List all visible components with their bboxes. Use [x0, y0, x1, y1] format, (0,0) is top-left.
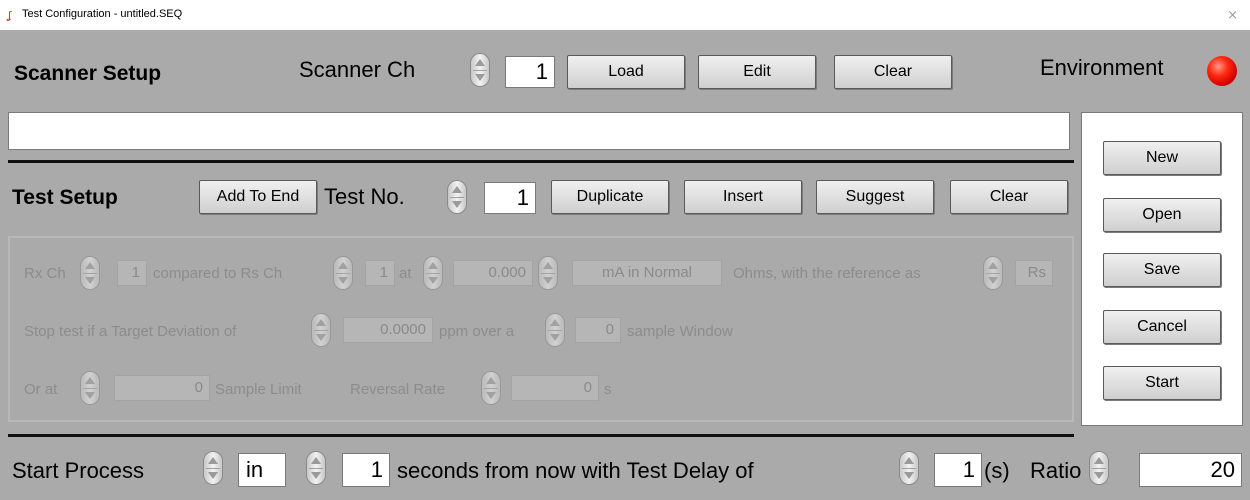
or-at-label: Or at: [24, 381, 58, 398]
limit-value[interactable]: 0: [114, 375, 210, 401]
current-value[interactable]: 0.000: [453, 260, 533, 286]
window-title: Test Configuration - untitled.SEQ: [22, 8, 183, 20]
close-icon[interactable]: ×: [1227, 8, 1238, 23]
sample-window-label: sample Window: [627, 323, 733, 340]
deviation-value[interactable]: 0.0000: [343, 317, 433, 343]
at-label: at: [399, 265, 412, 282]
new-button[interactable]: New: [1103, 141, 1221, 175]
rs-ch-spinner[interactable]: [333, 256, 353, 290]
seconds-spinner[interactable]: [306, 451, 326, 485]
section-divider: [8, 160, 1074, 163]
sequence-description-field[interactable]: [8, 112, 1070, 150]
reference-value[interactable]: Rs: [1015, 260, 1053, 286]
rx-ch-label: Rx Ch: [24, 265, 66, 282]
delay-spinner[interactable]: [899, 451, 919, 485]
environment-led-indicator: [1207, 56, 1237, 86]
deviation-spinner[interactable]: [311, 313, 331, 347]
rx-ch-value[interactable]: 1: [117, 260, 147, 286]
suggest-button[interactable]: Suggest: [816, 180, 934, 214]
reversal-spinner[interactable]: [481, 371, 501, 405]
scanner-ch-label: Scanner Ch: [299, 57, 416, 82]
ohms-reference-label: Ohms, with the reference as: [733, 265, 921, 282]
load-button[interactable]: Load: [567, 55, 685, 89]
limit-spinner[interactable]: [80, 371, 100, 405]
window-spinner[interactable]: [545, 313, 565, 347]
scanner-ch-spinner[interactable]: [470, 53, 490, 87]
title-bar: ʆ Test Configuration - untitled.SEQ ×: [0, 0, 1250, 30]
cancel-button[interactable]: Cancel: [1103, 310, 1221, 344]
duplicate-button[interactable]: Duplicate: [551, 180, 669, 214]
start-mode-spinner[interactable]: [203, 451, 223, 485]
test-setup-heading: Test Setup: [12, 186, 118, 209]
reversal-unit-label: s: [604, 381, 612, 398]
seconds-value[interactable]: 1: [342, 453, 390, 487]
window-value[interactable]: 0: [575, 317, 621, 343]
test-no-spinner[interactable]: [447, 180, 467, 214]
reversal-value[interactable]: 0: [511, 375, 599, 401]
test-no-label: Test No.: [324, 184, 405, 209]
open-button[interactable]: Open: [1103, 198, 1221, 232]
clear-scanner-button[interactable]: Clear: [834, 55, 952, 89]
start-process-label: Start Process: [12, 458, 145, 483]
seconds-label: seconds from now with Test Delay of: [397, 458, 754, 483]
ratio-spinner[interactable]: [1089, 451, 1109, 485]
rs-ch-value[interactable]: 1: [365, 260, 395, 286]
start-mode-value[interactable]: in: [238, 453, 286, 487]
ratio-value[interactable]: 20: [1139, 453, 1242, 487]
file-actions-panel: New Open Save Cancel Start: [1081, 112, 1243, 426]
test-no-value[interactable]: 1: [484, 182, 536, 214]
app-icon: ʆ: [8, 9, 12, 22]
clear-test-button[interactable]: Clear: [950, 180, 1068, 214]
sample-limit-label: Sample Limit: [215, 381, 302, 398]
delay-value[interactable]: 1: [934, 453, 982, 487]
environment-label: Environment: [1040, 55, 1164, 80]
scanner-ch-value[interactable]: 1: [505, 56, 555, 88]
edit-button[interactable]: Edit: [698, 55, 816, 89]
save-button[interactable]: Save: [1103, 253, 1221, 287]
footer-divider: [8, 434, 1074, 437]
delay-unit-label: (s): [984, 458, 1010, 483]
ratio-label: Ratio: [1030, 458, 1082, 483]
reference-spinner[interactable]: [983, 256, 1003, 290]
start-button[interactable]: Start: [1103, 366, 1221, 400]
stop-test-label: Stop test if a Target Deviation of: [24, 323, 237, 340]
mode-spinner[interactable]: [538, 256, 558, 290]
insert-button[interactable]: Insert: [684, 180, 802, 214]
reversal-rate-label: Reversal Rate: [350, 381, 446, 398]
compared-to-label: compared to Rs Ch: [153, 265, 283, 282]
scanner-setup-heading: Scanner Setup: [14, 62, 162, 85]
current-spinner[interactable]: [423, 256, 443, 290]
add-to-end-button[interactable]: Add To End: [199, 180, 317, 214]
mode-value[interactable]: mA in Normal: [572, 260, 722, 286]
rx-ch-spinner[interactable]: [80, 256, 100, 290]
ppm-over-label: ppm over a: [439, 323, 515, 340]
